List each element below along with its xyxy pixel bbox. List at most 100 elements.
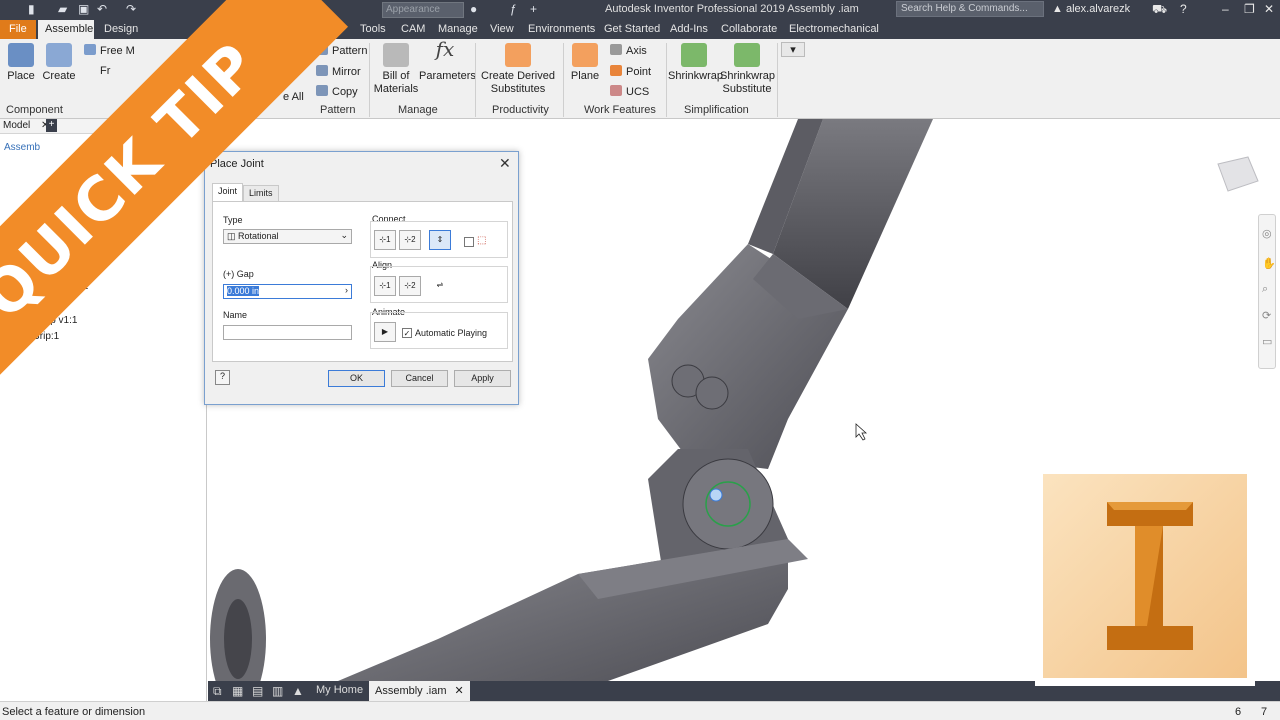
- help-icon[interactable]: ?: [215, 370, 230, 385]
- plane-button[interactable]: Plane: [568, 43, 602, 83]
- copy-icon: [316, 85, 328, 96]
- tab-limits[interactable]: Limits: [243, 185, 279, 201]
- dialog-title: Place Joint: [210, 158, 264, 170]
- automatic-playing-checkbox[interactable]: ✓: [402, 328, 412, 338]
- tile-icon[interactable]: ▦: [232, 684, 243, 698]
- minimize-icon[interactable]: –: [1222, 2, 1229, 16]
- place-button[interactable]: Place: [4, 43, 38, 83]
- cascade-icon[interactable]: ⧉: [213, 684, 222, 699]
- play-icon[interactable]: ▶: [374, 322, 396, 342]
- shrinkwrap-substitute-button[interactable]: Shrinkwrap Substitute: [720, 43, 776, 96]
- help-icon[interactable]: ?: [1180, 2, 1187, 16]
- connect-1-button[interactable]: ⊹1: [374, 230, 396, 250]
- ucs-icon: [610, 85, 622, 96]
- free-move-button[interactable]: Free M: [84, 44, 135, 57]
- apply-button[interactable]: Apply: [454, 370, 511, 387]
- tab-menu-icon[interactable]: ▲: [292, 684, 304, 698]
- tab-electromechanical[interactable]: Electromechanical: [789, 23, 879, 35]
- tab-environments[interactable]: Environments: [528, 23, 595, 35]
- copy-button[interactable]: Copy: [316, 85, 358, 98]
- tab-collaborate[interactable]: Collaborate: [721, 23, 777, 35]
- tab-cam[interactable]: CAM: [401, 23, 425, 35]
- new-icon[interactable]: ▮: [28, 2, 35, 18]
- connect-2-button[interactable]: ⊹2: [399, 230, 421, 250]
- cancel-button[interactable]: Cancel: [391, 370, 448, 387]
- add-tab-icon[interactable]: +: [46, 119, 57, 132]
- ribbon-options-icon[interactable]: ▾: [781, 42, 805, 57]
- display-checkbox[interactable]: [464, 237, 474, 247]
- tab-view[interactable]: View: [490, 23, 514, 35]
- animate-group: ▶ ✓ Automatic Playing: [370, 312, 508, 349]
- redo-icon[interactable]: ↷: [126, 2, 136, 18]
- file-menu[interactable]: File: [0, 20, 36, 39]
- component-group-label[interactable]: Component: [6, 104, 63, 116]
- close-icon[interactable]: ✕: [455, 685, 464, 697]
- tile-vertical-icon[interactable]: ▥: [272, 684, 283, 698]
- close-icon[interactable]: ✕: [499, 155, 511, 172]
- align-1-button[interactable]: ⊹1: [374, 276, 396, 296]
- tab-manage[interactable]: Manage: [438, 23, 478, 35]
- search-help-input[interactable]: Search Help & Commands...: [896, 1, 1044, 17]
- shrinkwrap-substitute-label-1: Shrinkwrap: [720, 70, 776, 82]
- save-icon[interactable]: ▣: [78, 2, 89, 18]
- ribbon-separator: [666, 43, 667, 117]
- axis-button[interactable]: Axis: [610, 44, 647, 57]
- parameters-button[interactable]: fx Parameters: [419, 39, 476, 83]
- derived-icon: [505, 43, 531, 67]
- manage-group-label[interactable]: Manage: [398, 104, 438, 116]
- restore-icon[interactable]: ❐: [1244, 2, 1255, 16]
- gap-input[interactable]: 0.000 in ›: [223, 284, 352, 299]
- browser-tab-model[interactable]: Model: [3, 120, 30, 131]
- bill-of-materials-button[interactable]: Bill of Materials: [373, 43, 419, 96]
- chevron-right-icon[interactable]: ›: [345, 285, 348, 295]
- work-features-group-label: Work Features: [584, 104, 656, 116]
- invert-align-icon[interactable]: ⇌: [429, 276, 451, 296]
- navigation-bar[interactable]: ◎ ✋ ⌕ ⟳ ▭: [1258, 214, 1276, 369]
- look-at-icon[interactable]: ▭: [1262, 335, 1272, 348]
- browser-assembly-node[interactable]: Assemb: [4, 142, 40, 153]
- mirror-button[interactable]: Mirror: [316, 65, 361, 78]
- gap-label: (+) Gap: [223, 269, 254, 279]
- ucs-button[interactable]: UCS: [610, 85, 649, 98]
- plus-icon[interactable]: +: [530, 2, 537, 18]
- tab-my-home[interactable]: My Home: [316, 684, 363, 696]
- create-derived-substitutes-button[interactable]: Create Derived Substitutes: [480, 43, 556, 96]
- derived-label-2: Substitutes: [490, 83, 546, 95]
- flip-icon[interactable]: ⇕: [429, 230, 451, 250]
- view-cube[interactable]: [1217, 156, 1259, 192]
- close-icon[interactable]: ✕: [1264, 2, 1274, 16]
- appearance-dropdown[interactable]: Appearance: [382, 2, 464, 18]
- tab-design[interactable]: Design: [104, 23, 138, 35]
- orbit-icon[interactable]: ⟳: [1262, 309, 1271, 322]
- tab-joint[interactable]: Joint: [212, 183, 244, 202]
- open-icon[interactable]: ▰: [58, 2, 67, 18]
- color-icon[interactable]: ●: [470, 2, 477, 18]
- tab-tools[interactable]: Tools: [360, 23, 386, 35]
- align-2-button[interactable]: ⊹2: [399, 276, 421, 296]
- undo-icon[interactable]: ↶: [97, 2, 107, 18]
- shrinkwrap-button[interactable]: Shrinkwrap: [668, 43, 723, 83]
- name-input[interactable]: [223, 325, 352, 340]
- user-account[interactable]: ▲ alex.alvarezk: [1052, 3, 1130, 15]
- point-button[interactable]: Point: [610, 65, 651, 78]
- zoom-icon[interactable]: ⌕: [1262, 283, 1268, 296]
- ribbon-separator: [563, 43, 564, 117]
- tab-get-started[interactable]: Get Started: [604, 23, 660, 35]
- tab-add-ins[interactable]: Add-Ins: [670, 23, 708, 35]
- ok-button[interactable]: OK: [328, 370, 385, 387]
- simplification-group-label[interactable]: Simplification: [684, 104, 749, 116]
- free-rotate-button[interactable]: Fr: [100, 65, 110, 77]
- pan-icon[interactable]: ✋: [1262, 257, 1276, 270]
- fx-icon[interactable]: ƒ: [510, 2, 517, 18]
- tab-assembly[interactable]: Assembly .iam ✕: [369, 681, 470, 701]
- tab-assemble[interactable]: Assemble: [38, 20, 94, 39]
- cart-icon[interactable]: ⛟: [1152, 2, 1167, 18]
- place-joint-dialog: Place Joint ✕ Joint Limits Type ◫ Rotati…: [204, 151, 519, 405]
- show-all-button[interactable]: e All: [283, 91, 304, 103]
- shrinkwrap-icon: [681, 43, 707, 67]
- steering-wheel-icon[interactable]: ◎: [1262, 227, 1272, 240]
- tile-horizontal-icon[interactable]: ▤: [252, 684, 263, 698]
- pattern-group-label[interactable]: Pattern: [320, 104, 355, 116]
- create-button[interactable]: Create: [42, 43, 76, 83]
- type-dropdown[interactable]: ◫ Rotational ⌄: [223, 229, 352, 244]
